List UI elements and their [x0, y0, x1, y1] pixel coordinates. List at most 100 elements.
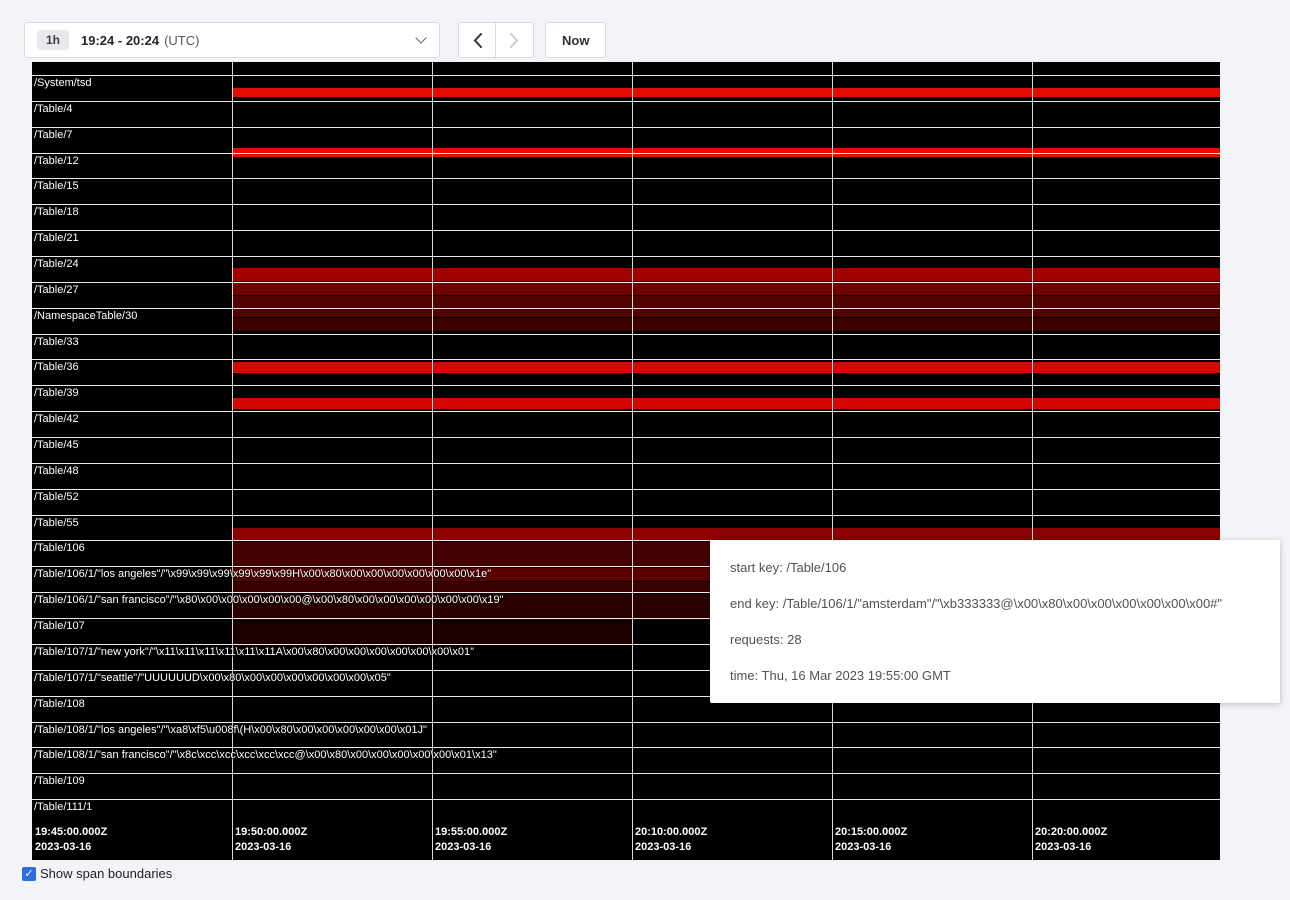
row-label: /Table/7 — [34, 129, 73, 141]
row-label: /Table/111/1 — [34, 801, 92, 813]
span-boundary-line — [32, 385, 1220, 386]
x-axis-date: 2023-03-16 — [35, 840, 107, 855]
time-gridline — [832, 62, 833, 860]
span-boundary-line — [32, 515, 1220, 516]
row-label: /System/tsd — [34, 77, 91, 89]
span-boundary-line — [32, 75, 1220, 76]
show-span-boundaries-checkbox[interactable]: ✓ — [22, 867, 36, 881]
tooltip-requests: requests: 28 — [730, 632, 1260, 647]
x-axis-date: 2023-03-16 — [1035, 840, 1107, 855]
x-axis-time: 20:15:00.000Z — [835, 825, 907, 840]
row-label: /Table/106 — [34, 542, 85, 554]
chevron-right-icon — [510, 33, 519, 48]
time-gridline — [232, 62, 233, 860]
x-axis-date: 2023-03-16 — [635, 840, 707, 855]
span-boundary-line — [32, 282, 1220, 283]
row-label: /Table/21 — [34, 232, 79, 244]
time-nav-group — [458, 22, 534, 58]
next-time-button[interactable] — [496, 22, 534, 58]
span-boundary-line — [32, 747, 1220, 748]
heatmap-canvas[interactable]: 19:45:00.000Z2023-03-1619:50:00.000Z2023… — [32, 62, 1220, 860]
row-label: /Table/24 — [34, 258, 79, 270]
row-label: /Table/108/1/"los angeles"/"\xa8\xf5\u00… — [34, 724, 427, 736]
show-span-boundaries-label: Show span boundaries — [40, 866, 172, 881]
span-boundary-line — [32, 799, 1220, 800]
heat-band — [232, 398, 1220, 409]
row-label: /Table/12 — [34, 155, 79, 167]
span-boundary-line — [32, 437, 1220, 438]
tooltip-time: time: Thu, 16 Mar 2023 19:55:00 GMT — [730, 668, 1260, 683]
row-label: /Table/27 — [34, 284, 79, 296]
prev-time-button[interactable] — [458, 22, 496, 58]
x-axis-label: 20:10:00.000Z2023-03-16 — [635, 825, 707, 855]
heat-band — [232, 362, 1220, 373]
span-boundary-line — [32, 204, 1220, 205]
row-label: /Table/55 — [34, 517, 79, 529]
row-label: /Table/52 — [34, 491, 79, 503]
x-axis-time: 19:50:00.000Z — [235, 825, 307, 840]
x-axis-date: 2023-03-16 — [435, 840, 507, 855]
chevron-down-icon — [415, 32, 426, 43]
x-axis-time: 19:45:00.000Z — [35, 825, 107, 840]
row-label: /Table/45 — [34, 439, 79, 451]
chevron-left-icon — [473, 33, 482, 48]
span-boundary-line — [32, 178, 1220, 179]
span-boundary-line — [32, 463, 1220, 464]
time-gridline — [432, 62, 433, 860]
tooltip-end-key: end key: /Table/106/1/"amsterdam"/"\xb33… — [730, 596, 1260, 611]
row-label: /Table/36 — [34, 361, 79, 373]
time-gridline — [632, 62, 633, 860]
row-label: /Table/48 — [34, 465, 79, 477]
heat-band — [232, 88, 1220, 97]
row-label: /NamespaceTable/30 — [34, 310, 137, 322]
tooltip-start-key: start key: /Table/106 — [730, 560, 1260, 575]
span-boundary-line — [32, 334, 1220, 335]
span-boundary-line — [32, 101, 1220, 102]
row-label: /Table/107/1/"new york"/"\x11\x11\x11\x1… — [34, 646, 474, 658]
span-tooltip: start key: /Table/106 end key: /Table/10… — [710, 540, 1280, 703]
span-boundary-line — [32, 153, 1220, 154]
span-boundary-line — [32, 411, 1220, 412]
x-axis-label: 19:50:00.000Z2023-03-16 — [235, 825, 307, 855]
row-label: /Table/33 — [34, 336, 79, 348]
x-axis-label: 20:20:00.000Z2023-03-16 — [1035, 825, 1107, 855]
now-button[interactable]: Now — [545, 22, 606, 58]
span-boundaries-control: ✓ Show span boundaries — [22, 866, 172, 881]
span-boundary-line — [32, 722, 1220, 723]
span-boundary-line — [32, 230, 1220, 231]
x-axis-label: 20:15:00.000Z2023-03-16 — [835, 825, 907, 855]
row-label: /Table/106/1/"san francisco"/"\x80\x00\x… — [34, 594, 504, 606]
row-label: /Table/107 — [34, 620, 85, 632]
span-boundary-line — [32, 127, 1220, 128]
row-label: /Table/106/1/"los angeles"/"\x99\x99\x99… — [34, 568, 491, 580]
x-axis-label: 19:45:00.000Z2023-03-16 — [35, 825, 107, 855]
x-axis-time: 20:10:00.000Z — [635, 825, 707, 840]
time-range-label: 19:24 - 20:24 — [81, 33, 159, 48]
heat-band — [232, 282, 1220, 295]
row-label: /Table/109 — [34, 775, 85, 787]
row-label: /Table/18 — [34, 206, 79, 218]
span-boundary-line — [32, 773, 1220, 774]
row-label: /Table/107/1/"seattle"/"UUUUUUD\x00\x80\… — [34, 672, 391, 684]
row-label: /Table/39 — [34, 387, 79, 399]
x-axis-label: 19:55:00.000Z2023-03-16 — [435, 825, 507, 855]
x-axis-date: 2023-03-16 — [835, 840, 907, 855]
row-label: /Table/4 — [34, 103, 73, 115]
span-boundary-line — [32, 489, 1220, 490]
x-axis-date: 2023-03-16 — [235, 840, 307, 855]
row-label: /Table/15 — [34, 180, 79, 192]
timezone-label: (UTC) — [164, 33, 199, 48]
heat-band — [232, 318, 1220, 331]
x-axis-time: 20:20:00.000Z — [1035, 825, 1107, 840]
time-gridline — [1032, 62, 1033, 860]
x-axis-time: 19:55:00.000Z — [435, 825, 507, 840]
heat-band — [232, 296, 1220, 317]
span-boundary-line — [32, 359, 1220, 360]
heat-band — [232, 268, 1220, 281]
span-boundary-line — [32, 256, 1220, 257]
span-boundary-line — [32, 308, 1220, 309]
row-label: /Table/42 — [34, 413, 79, 425]
duration-badge: 1h — [37, 30, 69, 50]
time-range-selector[interactable]: 1h 19:24 - 20:24 (UTC) — [24, 22, 440, 58]
row-label: /Table/108/1/"san francisco"/"\x8c\xcc\x… — [34, 749, 497, 761]
